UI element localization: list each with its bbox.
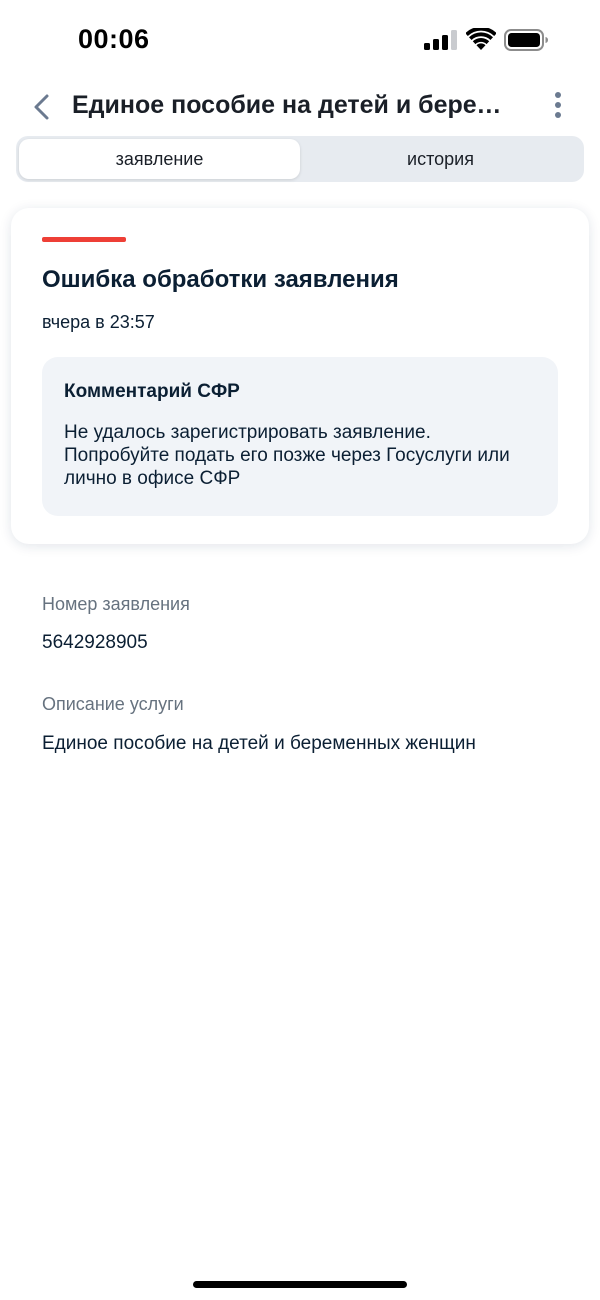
status-title: Ошибка обработки заявления [42,266,399,293]
error-status-stripe [42,237,126,242]
cellular-signal-icon [424,30,457,50]
service-description-value: Единое пособие на детей и беременных жен… [42,733,476,754]
status-bar: 00:06 [0,0,600,80]
service-description-label: Описание услуги [42,694,184,714]
battery-icon [504,29,548,51]
tab-application[interactable]: заявление [19,139,300,179]
comment-box: Комментарий СФР Не удалось зарегистриров… [42,357,558,516]
status-card: Ошибка обработки заявления вчера в 23:57… [11,208,589,544]
segmented-tabs: заявление история [16,136,584,182]
status-time-stamp: вчера в 23:57 [42,312,155,332]
more-vertical-icon[interactable] [546,90,570,124]
home-indicator[interactable] [193,1281,407,1288]
app-screen: 00:06 Единое пособие на детей и беременн… [0,0,600,1300]
header: Единое пособие на детей и беременных жен… [0,80,600,132]
status-time: 00:06 [78,24,150,54]
tab-history[interactable]: история [300,139,581,179]
comment-title: Комментарий СФР [64,381,240,402]
comment-text: Не удалось зарегистрировать заявление. П… [64,422,510,489]
page-title: Единое пособие на детей и беременных жен… [72,91,518,119]
application-number-label: Номер заявления [42,594,190,614]
wifi-icon [466,28,496,50]
application-number-value: 5642928905 [42,632,148,653]
chevron-left-icon[interactable] [28,90,58,124]
